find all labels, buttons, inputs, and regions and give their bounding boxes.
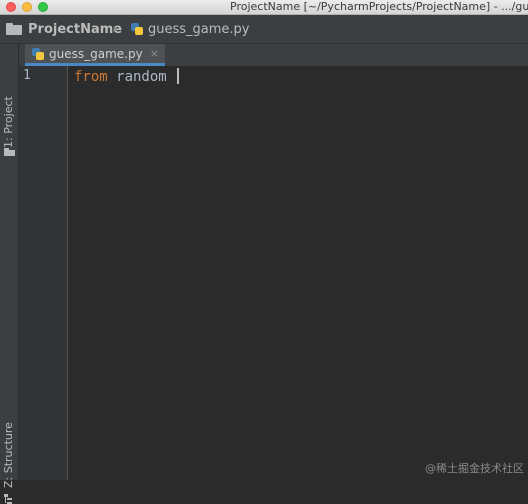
watermark: @稀土掘金技术社区	[425, 462, 524, 475]
breadcrumb-file-label: guess_game.py	[148, 21, 250, 37]
tab-guess-game[interactable]: guess_game.py ×	[25, 44, 165, 66]
editor-tab-bar: guess_game.py ×	[19, 44, 528, 66]
line-number-gutter: 1	[19, 66, 68, 480]
structure-icon[interactable]	[4, 494, 13, 504]
text-caret	[177, 68, 180, 84]
left-tool-strip: 1: Project Z: Structure	[0, 44, 19, 504]
close-window-button[interactable]	[6, 2, 16, 12]
minimize-window-button[interactable]	[22, 2, 32, 12]
zoom-window-button[interactable]	[38, 2, 48, 12]
keyword-token: from	[74, 69, 108, 85]
code-line[interactable]: from random	[74, 68, 180, 85]
structure-tool-tab[interactable]: Z: Structure	[0, 422, 18, 488]
breadcrumb-separator: ›	[112, 21, 118, 37]
close-tab-icon[interactable]: ×	[150, 47, 159, 60]
tab-label: guess_game.py	[49, 46, 143, 61]
python-file-icon	[130, 22, 144, 36]
python-file-icon	[31, 47, 45, 61]
folder-icon	[6, 23, 22, 35]
window-titlebar: ProjectName [~/PycharmProjects/ProjectNa…	[0, 0, 528, 15]
code-editor[interactable]: 1 from random	[19, 66, 528, 480]
project-tool-tab[interactable]: 1: Project	[0, 92, 18, 148]
breadcrumb-project[interactable]: ProjectName	[6, 15, 122, 43]
breadcrumb-project-label: ProjectName	[28, 21, 123, 37]
line-number: 1	[23, 68, 31, 83]
identifier-token: random	[107, 69, 176, 85]
breadcrumb-file[interactable]: guess_game.py	[124, 15, 250, 43]
breadcrumb: ProjectName › guess_game.py	[0, 15, 528, 44]
window-title: ProjectName [~/PycharmProjects/ProjectNa…	[230, 0, 528, 13]
project-folder-icon[interactable]	[4, 148, 15, 156]
